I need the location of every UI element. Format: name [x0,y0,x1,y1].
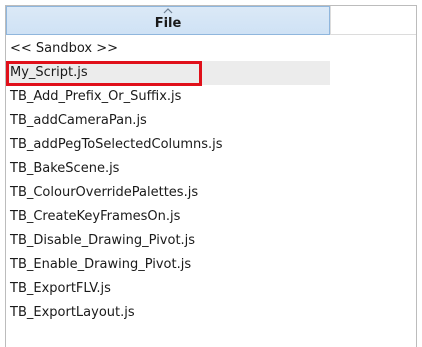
file-column-title: File [154,16,182,31]
sort-ascending-caret-icon [163,8,173,14]
list-item[interactable]: TB_Enable_Drawing_Pivot.js [6,253,330,277]
list-item[interactable]: TB_Add_Prefix_Or_Suffix.js [6,85,330,109]
file-column-header[interactable]: File [6,6,330,35]
list-item[interactable]: TB_addPegToSelectedColumns.js [6,133,330,157]
list-item[interactable]: TB_addCameraPan.js [6,109,330,133]
header-empty-area [330,6,416,35]
list-item-my-script[interactable]: My_Script.js [6,61,330,86]
list-item-label: My_Script.js [10,65,88,80]
list-item[interactable]: TB_CreateKeyFramesOn.js [6,205,330,229]
list-item[interactable]: TB_BakeScene.js [6,157,330,181]
list-item[interactable]: TB_ExportLayout.js [6,301,330,325]
file-list: << Sandbox >> My_Script.js TB_Add_Prefix… [6,37,416,325]
list-item[interactable]: TB_ColourOverridePalettes.js [6,181,330,205]
list-item[interactable]: TB_ExportFLV.js [6,277,330,301]
list-header-row: File [6,6,416,35]
list-item[interactable]: TB_Disable_Drawing_Pivot.js [6,229,330,253]
script-file-list-panel: File << Sandbox >> My_Script.js TB_Add_P… [5,5,417,347]
list-item-sandbox[interactable]: << Sandbox >> [6,37,330,61]
